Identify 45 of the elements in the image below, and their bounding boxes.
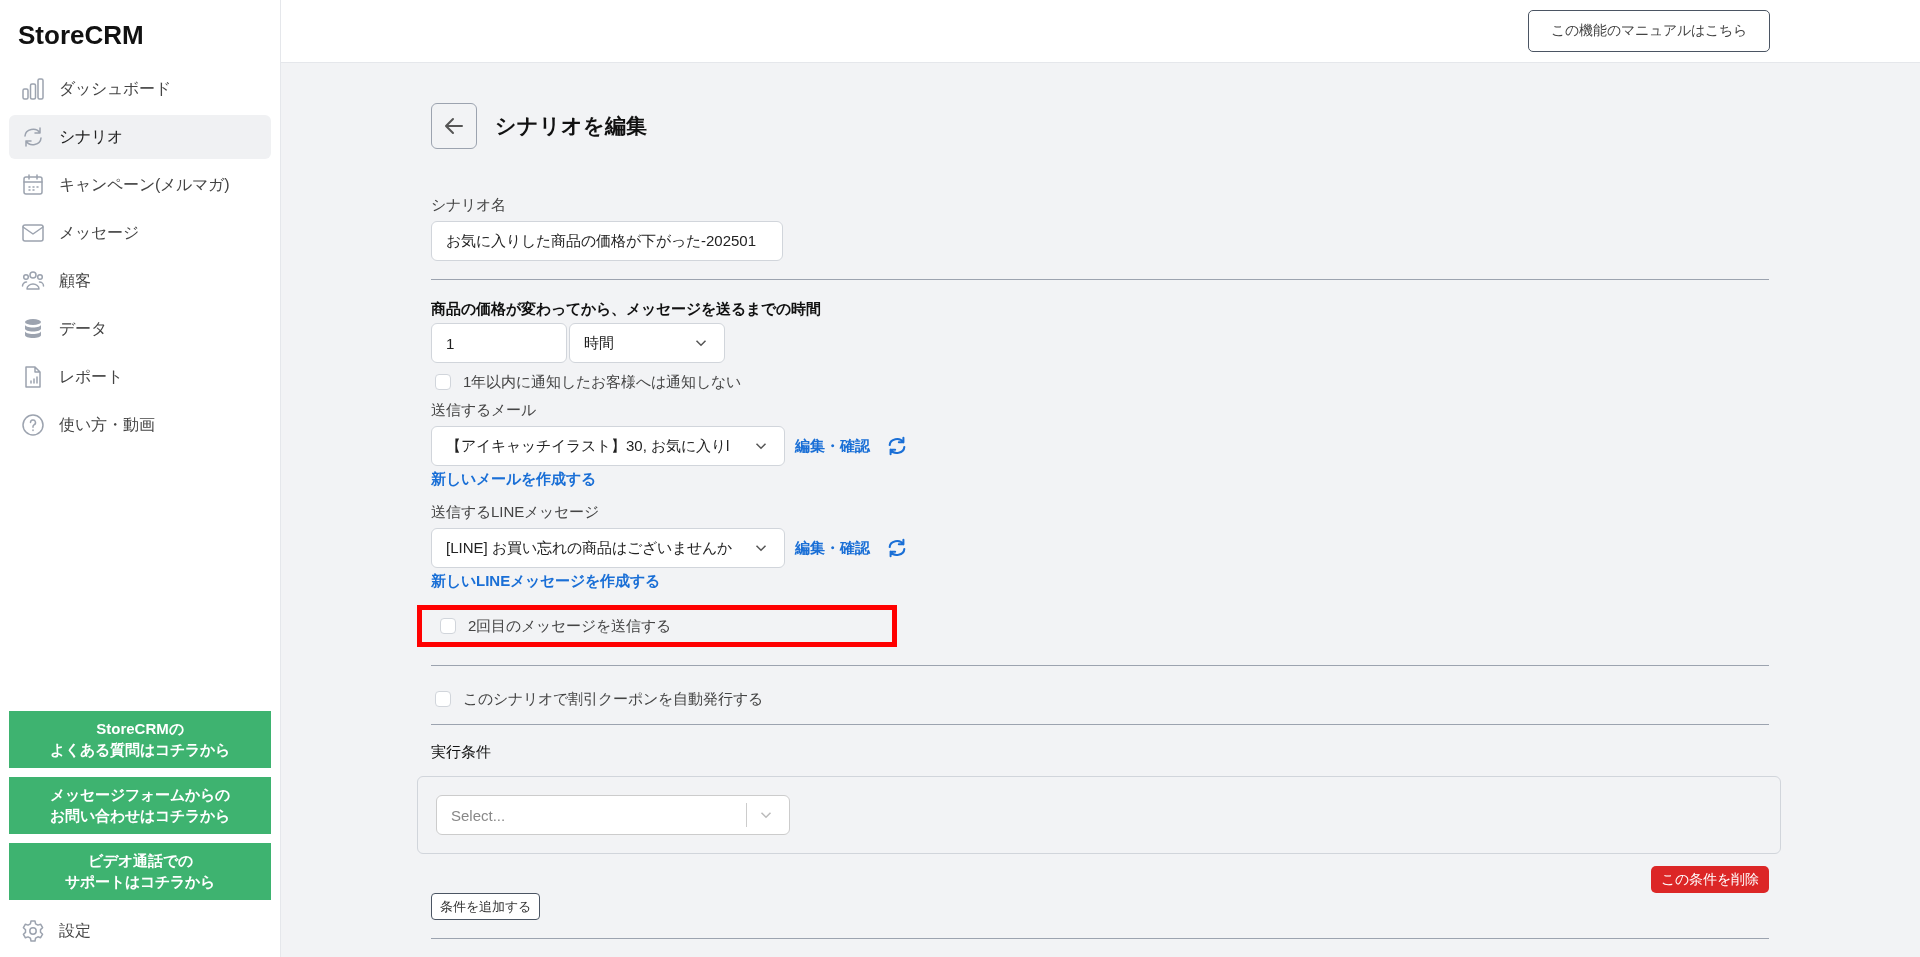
mail-dropdown[interactable]: 【アイキャッチイラスト】30, お気に入りl [431,426,785,466]
delay-number-field[interactable]: 1 [431,323,567,363]
checkbox-label: このシナリオで割引クーポンを自動発行する [463,689,763,709]
sidebar-item[interactable]: ダッシュボード [9,67,271,111]
help-icon [21,413,45,437]
line-message-dropdown[interactable]: [LINE] お買い忘れの商品はございませんか [431,528,785,568]
refresh-icon[interactable] [886,537,908,559]
sidebar-item[interactable]: 顧客 [9,259,271,303]
delay-unit-dropdown[interactable]: 時間 [569,323,725,363]
calendar-icon [21,173,45,197]
create-mail-link[interactable]: 新しいメールを作成する [431,470,596,489]
users-icon [21,269,45,293]
manual-button[interactable]: この機能のマニュアルはこちら [1528,10,1770,52]
refresh-icon[interactable] [886,435,908,457]
checkbox[interactable] [440,618,456,634]
checkbox-label: 1年以内に通知したお客様へは通知しない [463,372,742,392]
field-label: シナリオ名 [431,196,506,215]
delete-condition-button[interactable]: この条件を削除 [1651,866,1769,893]
checkbox[interactable] [435,691,451,707]
back-button[interactable] [431,103,477,149]
mail-icon [21,221,45,245]
refresh-icon [21,125,45,149]
sidebar-item[interactable]: レポート [9,355,271,399]
edit-link[interactable]: 編集・確認 [795,436,870,456]
bar-chart-icon [21,77,45,101]
sidebar-item[interactable]: 使い方・動画 [9,403,271,447]
section-label: 実行条件 [431,743,491,762]
field-label: 商品の価格が変わってから、メッセージを送るまでの時間 [431,300,821,319]
settings-link[interactable]: 設定 [9,909,271,953]
field-label: 送信するメール [431,401,536,420]
checkbox[interactable] [435,374,451,390]
condition-dropdown[interactable]: Select... [436,795,790,835]
scenario-name-field[interactable]: お気に入りした商品の価格が下がった-202501 [431,221,783,261]
sidebar-item[interactable]: キャンペーン(メルマガ) [9,163,271,207]
create-line-message-link[interactable]: 新しいLINEメッセージを作成する [431,572,661,591]
add-condition-button[interactable]: 条件を追加する [431,893,540,920]
app-logo: StoreCRM [18,20,145,51]
page-title: シナリオを編集 [495,113,647,139]
sidebar-item[interactable]: データ [9,307,271,351]
sidebar-item[interactable]: メッセージ [9,211,271,255]
settings-icon [21,919,45,943]
field-label: 送信するLINEメッセージ [431,503,600,522]
edit-link[interactable]: 編集・確認 [795,538,870,558]
checkbox-label: 2回目のメッセージを送信する [468,616,672,636]
sidebar-item[interactable]: シナリオ [9,115,271,159]
